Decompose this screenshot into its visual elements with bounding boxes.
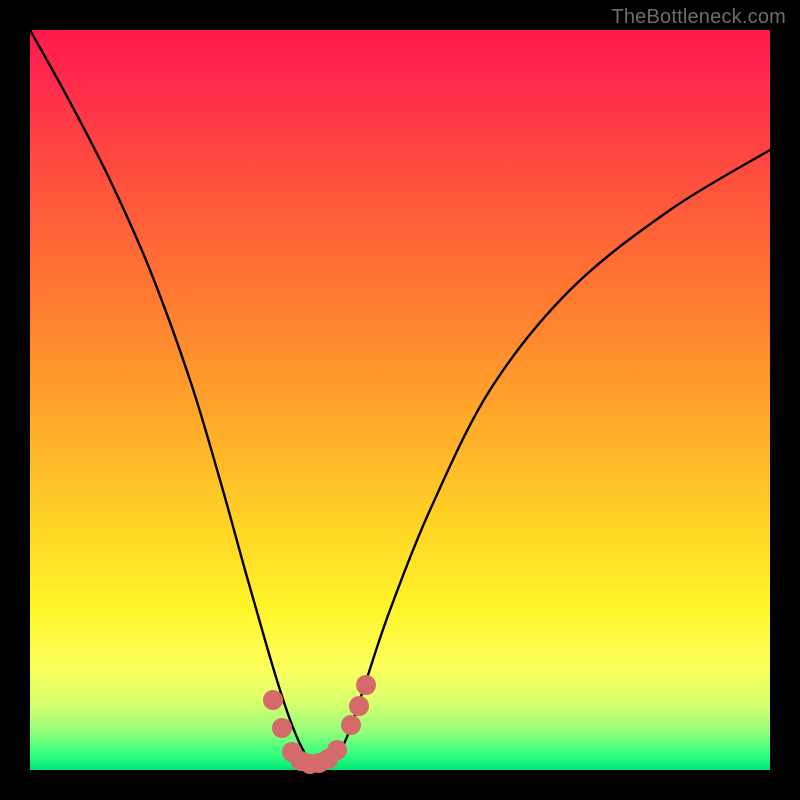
valley-marker [356,675,376,695]
watermark-text: TheBottleneck.com [611,6,786,29]
chart-frame: TheBottleneck.com [0,0,800,800]
bottleneck-curve [30,30,770,765]
valley-marker [341,715,361,735]
chart-svg [30,30,770,770]
valley-marker [272,718,292,738]
valley-marker [349,696,369,716]
valley-marker [263,690,283,710]
valley-marker [327,740,347,760]
